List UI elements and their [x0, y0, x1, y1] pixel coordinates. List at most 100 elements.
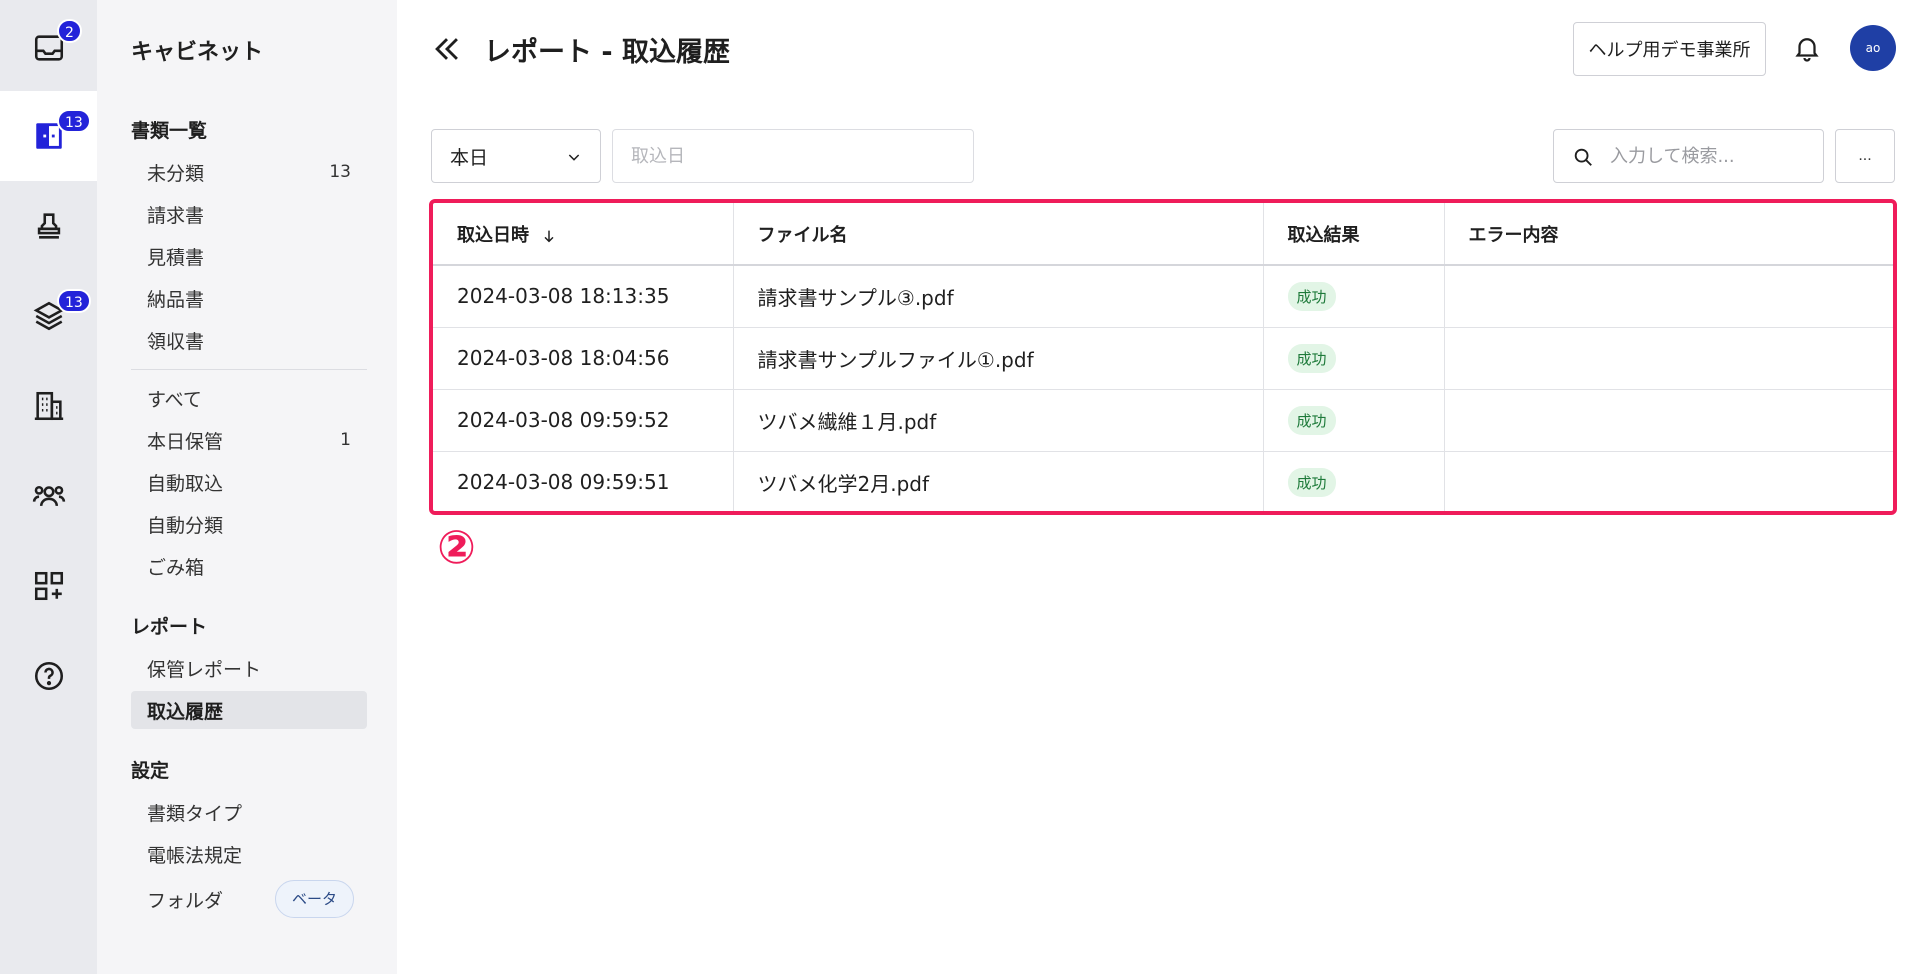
cell-result: 成功: [1263, 265, 1445, 328]
rail-cabinet[interactable]: 13: [0, 91, 97, 181]
sidebar-item-label: フォルダ: [147, 889, 224, 912]
layers-badge: 13: [57, 289, 91, 313]
cell-filename: ツバメ化学2月.pdf: [733, 451, 1264, 511]
sidebar-item-doc-types[interactable]: 書類タイプ: [131, 793, 367, 831]
sidebar-item-label: 本日保管: [147, 430, 224, 453]
sidebar-item-import-history[interactable]: 取込履歴: [131, 691, 367, 729]
cabinet-sidebar: キャビネット 書類一覧 未分類 13 請求書 見積書 納品書 領収書 すべて 本日…: [97, 0, 397, 974]
cell-datetime: 2024-03-08 18:13:35: [433, 265, 734, 328]
import-history-table: 取込日時 ファイル名 取込結果 エラー内容 2024-03-08 18:13:3…: [429, 199, 1897, 515]
cell-result: 成功: [1263, 389, 1445, 452]
page-title: レポート - 取込履歴: [484, 37, 731, 68]
sidebar-item-folder[interactable]: フォルダ ベータ: [131, 877, 367, 921]
rail-inbox[interactable]: 2: [0, 3, 97, 93]
table-row[interactable]: 2024-03-08 18:04:56 請求書サンプルファイル①.pdf 成功: [433, 327, 1893, 390]
sidebar-item-label: 電帳法規定: [147, 844, 243, 867]
sidebar-item-label: 見積書: [147, 246, 205, 269]
rail-apps[interactable]: [0, 541, 97, 631]
double-chevron-left-icon[interactable]: [430, 32, 464, 66]
sidebar-item-label: すべて: [147, 388, 202, 411]
sidebar-item-all[interactable]: すべて: [131, 379, 367, 417]
status-badge: 成功: [1287, 467, 1336, 497]
cell-filename: ツバメ繊維１月.pdf: [733, 389, 1264, 452]
sidebar-item-label: 保管レポート: [147, 658, 262, 681]
rail-building[interactable]: [0, 361, 97, 451]
inbox-badge: 2: [57, 19, 82, 43]
table-row[interactable]: 2024-03-08 18:13:35 請求書サンプル③.pdf 成功: [433, 265, 1893, 328]
cabinet-badge: 13: [57, 109, 91, 133]
status-badge: 成功: [1287, 281, 1336, 311]
status-badge: 成功: [1287, 405, 1336, 435]
table-header-row: 取込日時 ファイル名 取込結果 エラー内容: [433, 203, 1893, 266]
cell-datetime: 2024-03-08 09:59:52: [433, 389, 734, 452]
cell-filename: 請求書サンプル③.pdf: [733, 265, 1264, 328]
cell-result: 成功: [1263, 327, 1445, 390]
sidebar-item-ebook-rules[interactable]: 電帳法規定: [131, 835, 367, 873]
sidebar-item-estimate[interactable]: 見積書: [131, 237, 367, 275]
sidebar-item-auto-classify[interactable]: 自動分類: [131, 505, 367, 543]
column-header-result: 取込結果: [1263, 203, 1445, 266]
cell-datetime: 2024-03-08 09:59:51: [433, 451, 734, 511]
section-reports: レポート: [131, 616, 208, 638]
building-icon: [34, 391, 63, 421]
search-input[interactable]: [1610, 140, 1810, 172]
sidebar-item-trash[interactable]: ごみ箱: [131, 547, 367, 585]
annotation-number: ②: [437, 520, 476, 574]
cell-filename: 請求書サンプルファイル①.pdf: [733, 327, 1264, 390]
search-icon: [1574, 148, 1592, 166]
help-icon: [34, 661, 63, 691]
users-icon: [32, 485, 65, 507]
office-switch-button[interactable]: ヘルプ用デモ事業所: [1573, 22, 1766, 76]
bell-icon[interactable]: [1792, 33, 1822, 63]
stamp-icon: [37, 213, 60, 239]
chevron-down-icon: [568, 154, 580, 161]
column-header-datetime[interactable]: 取込日時: [433, 203, 734, 266]
apps-icon: [34, 571, 63, 601]
period-select[interactable]: 本日: [431, 129, 601, 183]
rail-stamp[interactable]: [0, 181, 97, 271]
sidebar-item-label: ごみ箱: [147, 556, 205, 579]
sidebar-item-count: 13: [329, 162, 351, 182]
table-row[interactable]: 2024-03-08 09:59:51 ツバメ化学2月.pdf 成功: [433, 451, 1893, 511]
sidebar-item-label: 自動取込: [147, 472, 224, 495]
avatar[interactable]: ao: [1850, 25, 1896, 71]
sidebar-item-count: 1: [340, 430, 351, 450]
cell-error: [1444, 265, 1893, 328]
section-settings: 設定: [131, 760, 170, 782]
cell-error: [1444, 451, 1893, 511]
status-badge: 成功: [1287, 343, 1336, 373]
sidebar-item-unclassified[interactable]: 未分類 13: [131, 153, 367, 191]
import-date-input[interactable]: [612, 129, 974, 183]
cell-error: [1444, 389, 1893, 452]
column-label: 取込日時: [457, 224, 529, 246]
sidebar-divider: [131, 369, 367, 370]
icon-rail: 2 13 13: [0, 0, 97, 974]
table-row[interactable]: 2024-03-08 09:59:52 ツバメ繊維１月.pdf 成功: [433, 389, 1893, 452]
cell-datetime: 2024-03-08 18:04:56: [433, 327, 734, 390]
section-documents: 書類一覧: [131, 120, 208, 142]
sidebar-item-storage-report[interactable]: 保管レポート: [131, 649, 367, 687]
sidebar-item-today[interactable]: 本日保管 1: [131, 421, 367, 459]
sidebar-item-label: 未分類: [147, 162, 205, 185]
column-header-filename: ファイル名: [733, 203, 1264, 266]
sidebar-item-receipt[interactable]: 領収書: [131, 321, 367, 359]
sidebar-item-label: 納品書: [147, 288, 205, 311]
search-box: [1553, 129, 1824, 183]
sidebar-item-label: 請求書: [147, 204, 205, 227]
sidebar-item-label: 取込履歴: [147, 700, 224, 723]
more-options-button[interactable]: ...: [1835, 129, 1895, 183]
rail-layers[interactable]: 13: [0, 271, 97, 361]
sidebar-item-delivery[interactable]: 納品書: [131, 279, 367, 317]
period-select-value: 本日: [450, 146, 489, 169]
rail-users[interactable]: [0, 451, 97, 541]
sidebar-item-auto-import[interactable]: 自動取込: [131, 463, 367, 501]
sidebar-item-label: 書類タイプ: [147, 802, 243, 825]
cell-result: 成功: [1263, 451, 1445, 511]
cell-error: [1444, 327, 1893, 390]
sidebar-title: キャビネット: [131, 40, 264, 65]
column-header-error: エラー内容: [1444, 203, 1893, 266]
sidebar-item-label: 自動分類: [147, 514, 224, 537]
rail-help[interactable]: [0, 631, 97, 721]
sidebar-item-invoice[interactable]: 請求書: [131, 195, 367, 233]
beta-badge: ベータ: [275, 880, 355, 918]
